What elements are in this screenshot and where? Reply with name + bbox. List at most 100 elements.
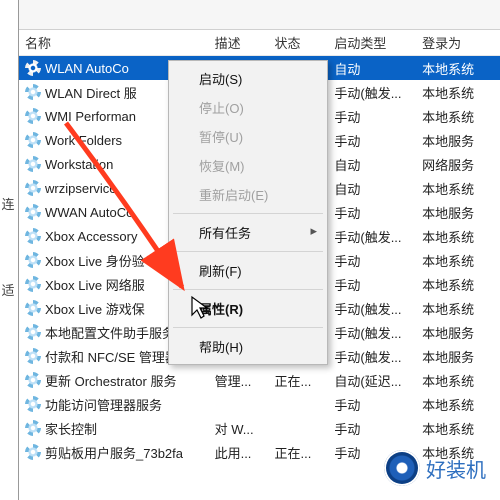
service-name: Xbox Live 网络服 xyxy=(45,275,145,294)
gear-icon xyxy=(25,60,41,76)
gear-icon xyxy=(25,84,41,100)
gear-icon xyxy=(25,132,41,148)
service-logon-as: 本地系统 xyxy=(416,272,500,297)
service-description: 管理... xyxy=(209,368,269,393)
menu-help[interactable]: 帮助(H) xyxy=(171,332,325,361)
service-logon-as: 本地服务 xyxy=(416,344,500,369)
menu-all-tasks[interactable]: 所有任务 xyxy=(171,218,325,247)
table-row[interactable]: 更新 Orchestrator 服务 管理...正在...自动(延迟...本地系统 xyxy=(19,368,500,392)
service-logon-as: 本地系统 xyxy=(416,416,500,441)
service-startup-type: 手动(触发... xyxy=(328,320,416,345)
gear-icon xyxy=(25,300,41,316)
gear-icon xyxy=(25,228,41,244)
menu-properties[interactable]: 属性(R) xyxy=(171,294,325,323)
service-logon-as: 本地系统 xyxy=(416,104,500,129)
gear-icon xyxy=(25,156,41,172)
menu-separator xyxy=(173,289,323,290)
service-name: Xbox Live 身份验 xyxy=(45,251,145,270)
service-name: WLAN Direct 服 xyxy=(45,83,137,102)
service-startup-type: 手动(触发... xyxy=(328,296,416,321)
header-status[interactable]: 状态 xyxy=(268,29,328,56)
watermark-text: 好装机 xyxy=(426,454,486,483)
menu-start[interactable]: 启动(S) xyxy=(171,64,325,93)
service-startup-type: 手动 xyxy=(328,200,416,225)
table-row[interactable]: 家长控制 对 W... 手动本地系统 xyxy=(19,416,500,440)
service-logon-as: 本地系统 xyxy=(416,392,500,417)
service-startup-type: 手动 xyxy=(328,416,416,441)
service-description: 对 W... xyxy=(209,416,269,441)
service-startup-type: 手动(触发... xyxy=(328,80,416,105)
service-name: WWAN AutoCo xyxy=(45,205,133,220)
context-menu: 启动(S) 停止(O) 暂停(U) 恢复(M) 重新启动(E) 所有任务 刷新(… xyxy=(168,60,328,365)
gear-icon xyxy=(25,372,41,388)
service-startup-type: 自动 xyxy=(328,56,416,81)
service-startup-type: 手动 xyxy=(328,272,416,297)
gear-icon xyxy=(25,204,41,220)
menu-restart: 重新启动(E) xyxy=(171,180,325,209)
service-logon-as: 本地系统 xyxy=(416,368,500,393)
service-logon-as: 本地服务 xyxy=(416,320,500,345)
service-startup-type: 手动 xyxy=(328,392,416,417)
service-logon-as: 本地服务 xyxy=(416,200,500,225)
service-description: 此用... xyxy=(209,440,269,465)
service-name: Work Folders xyxy=(45,133,122,148)
menu-resume: 恢复(M) xyxy=(171,151,325,180)
gear-icon xyxy=(25,348,41,364)
menu-separator xyxy=(173,327,323,328)
service-name: wrzipservice xyxy=(45,181,117,196)
service-startup-type: 手动(触发... xyxy=(328,344,416,369)
service-startup-type: 手动(触发... xyxy=(328,224,416,249)
gear-icon xyxy=(25,420,41,436)
gear-icon xyxy=(25,276,41,292)
service-logon-as: 本地服务 xyxy=(416,128,500,153)
service-status: 正在... xyxy=(268,368,328,393)
gear-icon xyxy=(25,180,41,196)
gear-icon xyxy=(25,396,41,412)
service-logon-as: 本地系统 xyxy=(416,80,500,105)
gear-icon xyxy=(25,252,41,268)
watermark: 好装机 xyxy=(384,450,486,486)
service-logon-as: 网络服务 xyxy=(416,152,500,177)
header-description[interactable]: 描述 xyxy=(209,29,269,56)
service-logon-as: 本地系统 xyxy=(416,56,500,81)
watermark-logo-icon xyxy=(384,450,420,486)
service-logon-as: 本地系统 xyxy=(416,176,500,201)
service-status xyxy=(268,425,328,431)
service-startup-type: 自动(延迟... xyxy=(328,368,416,393)
service-description xyxy=(209,401,269,407)
service-name: Workstation xyxy=(45,157,113,172)
gear-icon xyxy=(25,324,41,340)
service-name: 功能访问管理器服务 xyxy=(45,395,162,414)
header-logon-as[interactable]: 登录为 xyxy=(416,29,500,56)
service-status: 正在... xyxy=(268,440,328,465)
menu-stop: 停止(O) xyxy=(171,93,325,122)
service-name: 家长控制 xyxy=(45,419,97,438)
header-name[interactable]: 名称 xyxy=(19,29,209,56)
header-startup-type[interactable]: 启动类型 xyxy=(328,29,416,56)
service-startup-type: 自动 xyxy=(328,176,416,201)
service-name: 剪贴板用户服务_73b2fa xyxy=(45,443,183,462)
gear-icon xyxy=(25,444,41,460)
service-logon-as: 本地系统 xyxy=(416,296,500,321)
toolbar xyxy=(19,0,500,30)
service-name: 付款和 NFC/SE 管理器 xyxy=(45,347,178,366)
decorative-char: 适 xyxy=(0,276,16,306)
service-startup-type: 手动 xyxy=(328,104,416,129)
service-name: 更新 Orchestrator 服务 xyxy=(45,371,176,390)
service-logon-as: 本地系统 xyxy=(416,224,500,249)
service-name: Xbox Accessory xyxy=(45,229,138,244)
service-status xyxy=(268,401,328,407)
service-name: WLAN AutoCo xyxy=(45,61,129,76)
service-name: WMI Performan xyxy=(45,109,136,124)
service-startup-type: 自动 xyxy=(328,152,416,177)
table-row[interactable]: 功能访问管理器服务 手动本地系统 xyxy=(19,392,500,416)
service-logon-as: 本地系统 xyxy=(416,248,500,273)
service-name: 本地配置文件助手服务 xyxy=(45,323,175,342)
service-startup-type: 手动 xyxy=(328,248,416,273)
service-name: Xbox Live 游戏保 xyxy=(45,299,145,318)
gear-icon xyxy=(25,108,41,124)
service-startup-type: 手动 xyxy=(328,128,416,153)
menu-separator xyxy=(173,213,323,214)
menu-refresh[interactable]: 刷新(F) xyxy=(171,256,325,285)
menu-pause: 暂停(U) xyxy=(171,122,325,151)
